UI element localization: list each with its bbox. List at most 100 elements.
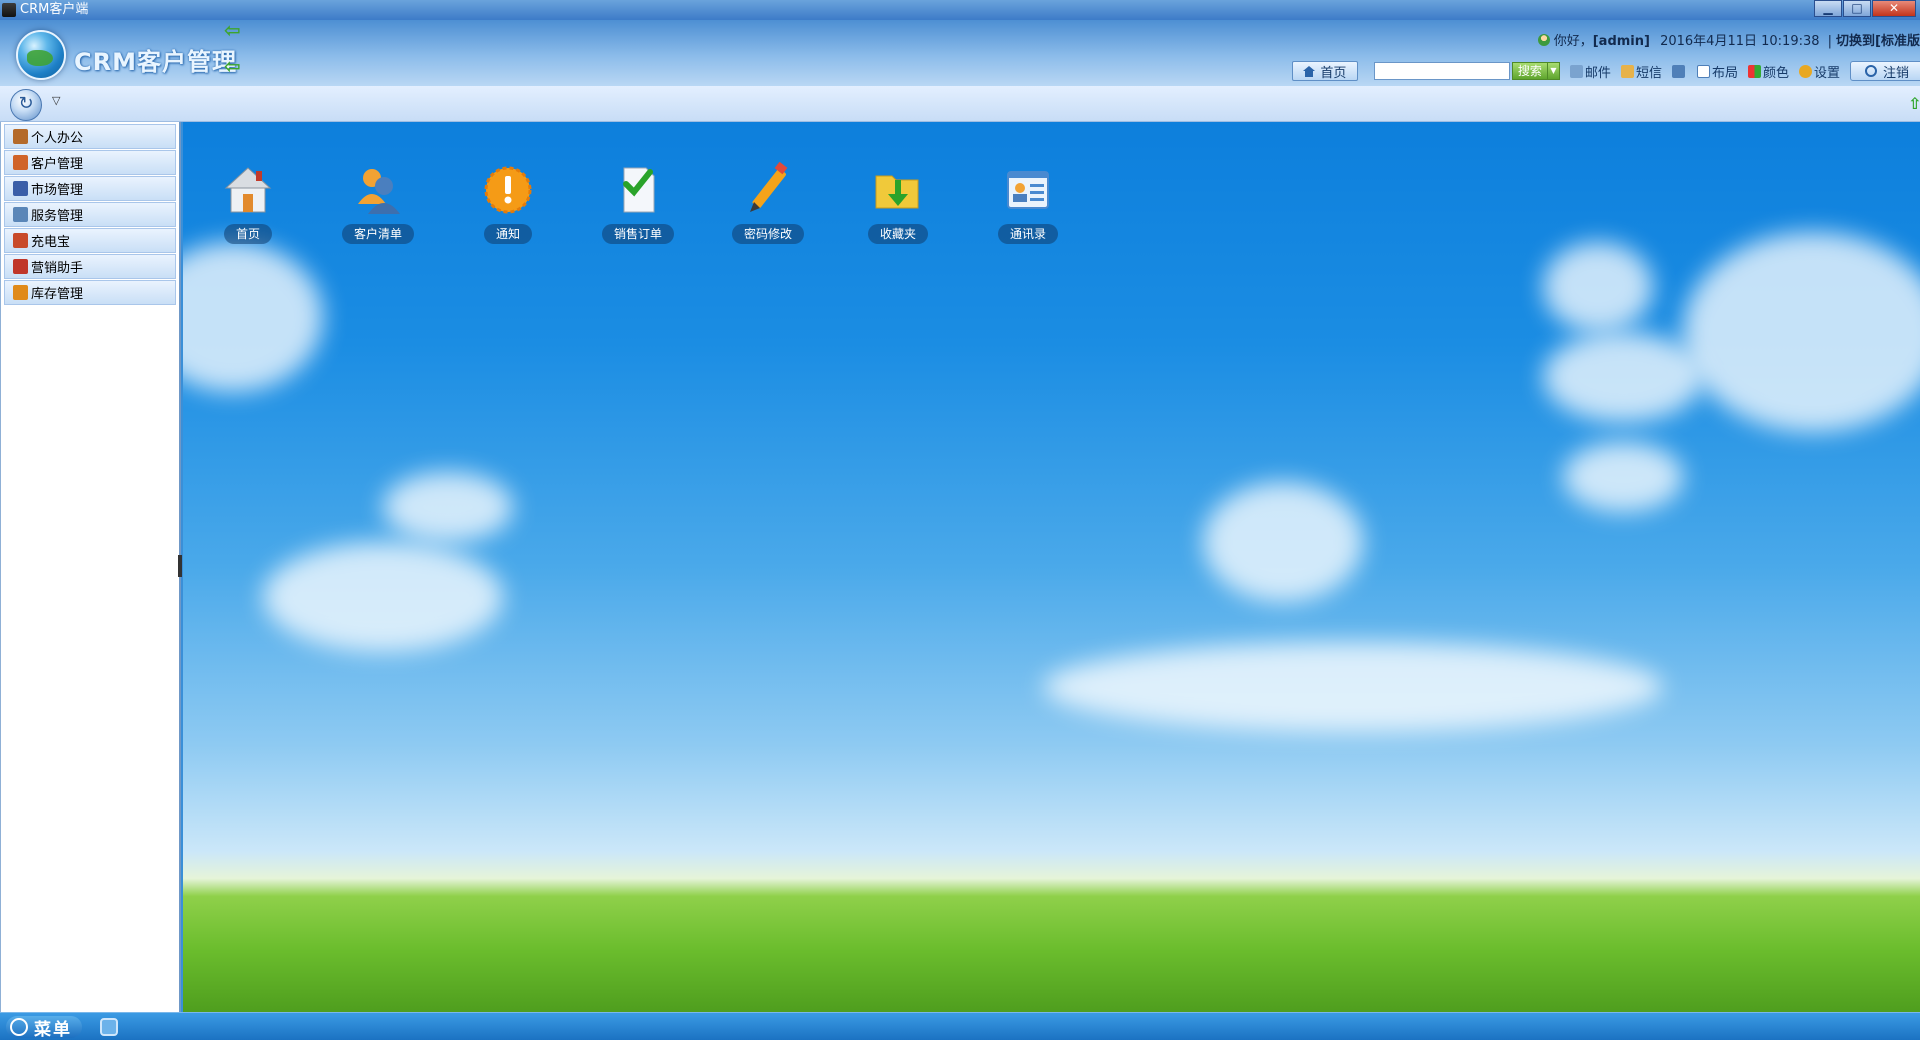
- sound-button[interactable]: [1671, 64, 1687, 78]
- desktop-icon-address-book[interactable]: 通讯录: [983, 162, 1073, 244]
- close-button[interactable]: ✕: [1872, 0, 1916, 17]
- window-title-bar: CRM客户端 ▁ □ ✕: [0, 0, 1920, 20]
- cloud-decoration: [1043, 642, 1663, 732]
- layout-icon: [1696, 64, 1710, 78]
- minimize-button[interactable]: ▁: [1814, 0, 1842, 17]
- desktop-icon-label: 密码修改: [731, 224, 804, 244]
- greeting-username: [admin]: [1592, 34, 1650, 49]
- forward-arrow-icon[interactable]: ⇦: [224, 56, 246, 76]
- desktop-icon-favorites[interactable]: 收藏夹: [853, 162, 943, 244]
- sidebar-item-power-bank[interactable]: 充电宝: [4, 228, 176, 253]
- logout-button[interactable]: 注销: [1850, 61, 1920, 81]
- settings-button[interactable]: 设置: [1798, 62, 1840, 81]
- favorites-folder-icon: [870, 162, 926, 218]
- sidebar-collapse-handle[interactable]: [178, 555, 182, 577]
- sidebar-item-label: 充电宝: [31, 235, 71, 250]
- sms-label: 短信: [1635, 65, 1662, 81]
- layout-button[interactable]: 布局: [1696, 62, 1738, 81]
- color-label: 颜色: [1762, 65, 1789, 81]
- mail-label: 邮件: [1584, 65, 1611, 81]
- start-menu-button[interactable]: 菜单: [6, 1016, 82, 1040]
- user-icon: [1537, 34, 1550, 46]
- change-password-icon: [740, 161, 796, 218]
- desktop-icon-notice[interactable]: 通知: [463, 162, 553, 244]
- mail-button[interactable]: 邮件: [1569, 62, 1611, 81]
- desktop-icon-change-password[interactable]: 密码修改: [723, 161, 813, 244]
- sidebar-item-service-management[interactable]: 服务管理: [4, 202, 176, 227]
- pen-person-icon: [13, 129, 28, 144]
- desktop-icon-label: 客户清单: [341, 224, 414, 244]
- search-button[interactable]: 搜索: [1511, 62, 1548, 80]
- back-arrow-icon[interactable]: ⇦: [224, 20, 246, 40]
- sidebar-item-label: 客户管理: [31, 157, 84, 172]
- search-dropdown-icon[interactable]: ▼: [1547, 62, 1560, 80]
- cloud-decoration: [1203, 482, 1363, 602]
- desktop-icon-label: 销售订单: [601, 224, 674, 244]
- desktop-icon-sales-order[interactable]: 销售订单: [593, 162, 683, 244]
- globe-logo-icon: [16, 30, 66, 80]
- chevron-down-icon[interactable]: ▽: [52, 94, 60, 107]
- refresh-icon[interactable]: [10, 89, 42, 121]
- taskbar-app-icon[interactable]: [100, 1018, 118, 1036]
- cloud-decoration: [1563, 442, 1683, 512]
- start-menu-label: 菜单: [34, 1019, 72, 1040]
- maximize-button[interactable]: □: [1843, 0, 1871, 17]
- greeting-hello: 你好，: [1553, 34, 1593, 49]
- desktop-icon-label: 收藏夹: [867, 224, 928, 244]
- sidebar-menu: 个人办公 客户管理 市场管理 服务管理 充电宝 营销助手 库存管理: [1, 122, 179, 305]
- greeting-separator: |: [1827, 34, 1833, 49]
- gear-icon: [1798, 64, 1812, 78]
- sidebar-item-personal-office[interactable]: 个人办公: [4, 124, 176, 149]
- book-icon: [13, 181, 28, 196]
- cloud-decoration: [383, 472, 513, 542]
- home-button[interactable]: 首页: [1291, 61, 1358, 81]
- sms-icon: [1620, 64, 1634, 78]
- taskbar: 菜单: [0, 1012, 1920, 1040]
- power-icon: [1864, 65, 1877, 77]
- search-input[interactable]: [1373, 62, 1510, 80]
- cloud-decoration: [263, 542, 503, 652]
- sidebar-item-label: 服务管理: [31, 209, 84, 224]
- palette-icon: [1747, 64, 1761, 78]
- logout-label: 注销: [1882, 65, 1909, 81]
- desktop-icon-customer-list[interactable]: 客户清单: [333, 162, 423, 244]
- home-icon: [1303, 65, 1316, 77]
- header-toolbar: 首页 搜索 ▼ 邮件 短信 布局 颜色 设置 注销: [1291, 60, 1920, 82]
- desktop-icon-label: 首页: [223, 224, 272, 244]
- navigation-strip: ▽ ⇧: [0, 86, 1920, 122]
- desktop-icon-label: 通讯录: [997, 224, 1058, 244]
- cloud-decoration: [1683, 232, 1920, 432]
- layout-label: 布局: [1711, 65, 1738, 81]
- app-logo-text: CRM客户管理: [74, 48, 237, 76]
- customers-icon: [13, 155, 28, 170]
- window-title: CRM客户端: [20, 2, 89, 17]
- home-icon: [220, 162, 276, 218]
- cloud-decoration: [1543, 242, 1653, 332]
- cloud-decoration: [1543, 332, 1703, 422]
- sidebar-item-label: 营销助手: [31, 261, 84, 276]
- sidebar-item-label: 个人办公: [31, 131, 84, 146]
- customer-list-icon: [350, 162, 406, 218]
- sidebar-item-marketing-assistant[interactable]: 营销助手: [4, 254, 176, 279]
- sidebar-item-market-management[interactable]: 市场管理: [4, 176, 176, 201]
- app-header: CRM客户管理 ⇦ ⇦ 你好，[admin] 2016年4月11日 10:19:…: [0, 20, 1920, 86]
- app-icon: [2, 3, 16, 17]
- service-icon: [13, 207, 28, 222]
- house-icon: [13, 285, 28, 300]
- color-button[interactable]: 颜色: [1747, 62, 1789, 81]
- desktop-icon-home[interactable]: 首页: [203, 162, 293, 244]
- switch-edition-link[interactable]: 切换到[标准版: [1836, 34, 1920, 49]
- sms-button[interactable]: 短信: [1620, 62, 1662, 81]
- desktop-icon-label: 通知: [483, 224, 532, 244]
- home-button-label: 首页: [1320, 65, 1347, 81]
- up-arrow-icon[interactable]: ⇧: [1908, 94, 1920, 113]
- sales-order-icon: [610, 162, 666, 218]
- notice-icon: [480, 162, 536, 218]
- sidebar-item-inventory-management[interactable]: 库存管理: [4, 280, 176, 305]
- cloud-decoration: [183, 242, 323, 392]
- settings-label: 设置: [1813, 65, 1840, 81]
- menu-icon: [10, 1018, 28, 1036]
- desktop-area: 首页 客户清单 通知 销售订单 密码修改 收藏夹 通讯录: [183, 122, 1920, 1012]
- sidebar-item-customer-management[interactable]: 客户管理: [4, 150, 176, 175]
- people-icon: [13, 233, 28, 248]
